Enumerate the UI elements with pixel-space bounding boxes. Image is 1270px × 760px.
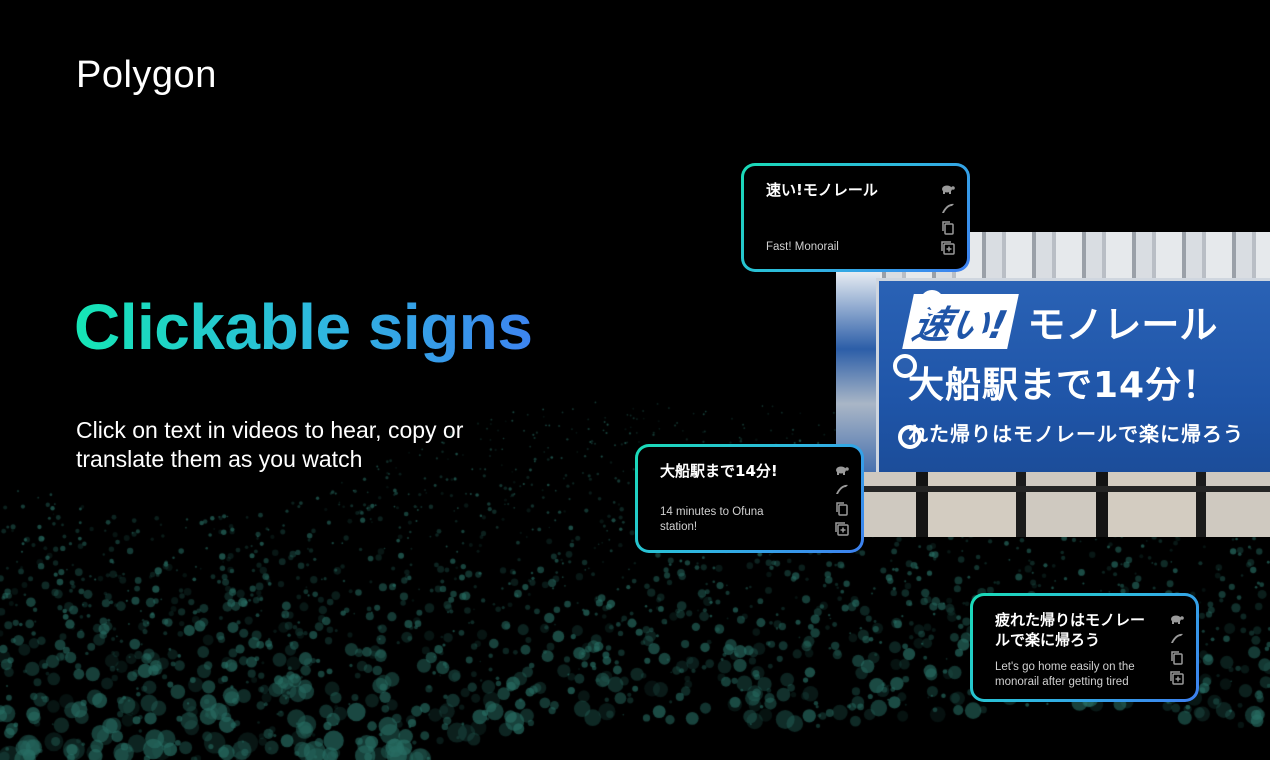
translation-card-3[interactable]: 疲れた帰りはモノレールで楽に帰ろう Let's go home easily o… [970, 593, 1199, 702]
text-hotspot-marker[interactable] [898, 425, 922, 449]
card-japanese-text[interactable]: 速い!モノレール [766, 180, 924, 200]
dolphin-icon[interactable] [834, 481, 850, 497]
copy-icon[interactable] [834, 501, 850, 517]
translation-card-body: 速い!モノレール Fast! Monorail [744, 166, 967, 269]
turtle-icon[interactable] [940, 180, 956, 196]
translation-card-1[interactable]: 速い!モノレール Fast! Monorail [741, 163, 970, 272]
text-hotspot-marker[interactable] [920, 290, 944, 314]
card-japanese-text[interactable]: 疲れた帰りはモノレールで楽に帰ろう [995, 610, 1145, 650]
card-english-translation: 14 minutes to Ofuna station! [660, 506, 764, 533]
add-icon[interactable] [940, 240, 956, 256]
card-actions [1168, 610, 1186, 686]
add-icon[interactable] [834, 521, 850, 537]
dolphin-icon[interactable] [1169, 630, 1185, 646]
card-actions [833, 461, 851, 537]
translation-card-body: 大船駅まで14分! 14 minutes to Ofuna station! [638, 447, 861, 550]
add-icon[interactable] [1169, 670, 1185, 686]
sign-line-2[interactable]: 大船駅まで14分！ [908, 356, 1219, 408]
video-frame[interactable]: 速い! モノレール 大船駅まで14分！ れた帰りはモノレールで楽に帰ろう [836, 232, 1270, 537]
sign-line-3[interactable]: れた帰りはモノレールで楽に帰ろう [908, 418, 1244, 447]
turtle-icon[interactable] [834, 461, 850, 477]
brand-logo[interactable]: Polygon [76, 54, 217, 97]
subtitle: Click on text in videos to hear, copy or… [76, 417, 464, 472]
translation-card-body: 疲れた帰りはモノレールで楽に帰ろう Let's go home easily o… [973, 596, 1196, 699]
card-english-translation: Let's go home easily on the monorail aft… [995, 661, 1135, 688]
card-actions [939, 180, 957, 256]
translation-card-2[interactable]: 大船駅まで14分! 14 minutes to Ofuna station! [635, 444, 864, 553]
text-hotspot-marker[interactable] [893, 354, 917, 378]
headline: Clickable signs [74, 291, 533, 363]
sign-line-1-rest: モノレール [1027, 303, 1218, 347]
turtle-icon[interactable] [1169, 610, 1185, 626]
card-japanese-text[interactable]: 大船駅まで14分! [660, 461, 818, 481]
copy-icon[interactable] [940, 220, 956, 236]
copy-icon[interactable] [1169, 650, 1185, 666]
video-railing [836, 472, 1270, 537]
sign-line-1[interactable]: 速い! モノレール [902, 294, 1218, 349]
card-english-translation: Fast! Monorail [766, 241, 839, 253]
dolphin-icon[interactable] [940, 200, 956, 216]
